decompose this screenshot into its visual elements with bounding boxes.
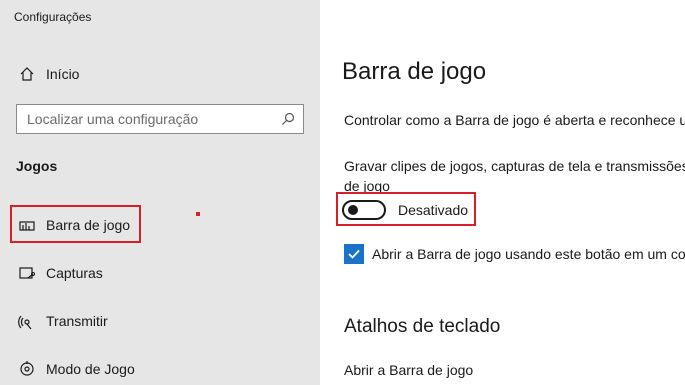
section-title: Jogos: [16, 158, 58, 174]
sidebar: Configurações Início Localizar uma confi…: [0, 0, 320, 385]
sidebar-item-label: Transmitir: [46, 313, 108, 329]
home-icon: [14, 66, 40, 82]
checkbox-label: Abrir a Barra de jogo usando este botão …: [372, 246, 685, 262]
page-description: Controlar como a Barra de jogo é aberta …: [344, 112, 685, 128]
main-panel: Barra de jogo Controlar como a Barra de …: [320, 0, 685, 385]
page-title: Barra de jogo: [342, 58, 487, 85]
marker-dot: [196, 212, 200, 216]
nav-home[interactable]: Início: [10, 58, 310, 90]
app-title: Configurações: [14, 10, 92, 24]
shortcuts-heading: Atalhos de teclado: [344, 316, 501, 337]
nav-home-label: Início: [46, 66, 80, 82]
sidebar-item-game-mode[interactable]: Modo de Jogo: [10, 352, 310, 385]
sidebar-item-label: Capturas: [46, 265, 103, 281]
record-label-line1: Gravar clipes de jogos, capturas de tela…: [344, 158, 685, 174]
game-mode-icon: [14, 360, 40, 378]
checkmark-icon: [348, 249, 360, 259]
search-input[interactable]: Localizar uma configuração: [16, 104, 304, 134]
shortcut-open-game-bar: Abrir a Barra de jogo: [344, 362, 474, 378]
sidebar-item-captures[interactable]: Capturas: [10, 256, 310, 290]
search-placeholder: Localizar uma configuração: [27, 111, 199, 127]
broadcast-icon: [14, 312, 40, 330]
toggle-highlight: [336, 192, 476, 226]
controller-checkbox[interactable]: [344, 244, 364, 264]
search-icon[interactable]: [273, 112, 303, 126]
sidebar-item-label: Modo de Jogo: [46, 361, 135, 377]
record-setting-label: Gravar clipes de jogos, capturas de tela…: [344, 156, 685, 196]
sidebar-item-broadcast[interactable]: Transmitir: [10, 304, 310, 338]
selection-highlight: [10, 205, 141, 243]
controller-checkbox-row: Abrir a Barra de jogo usando este botão …: [344, 244, 685, 264]
captures-icon: [14, 265, 40, 281]
